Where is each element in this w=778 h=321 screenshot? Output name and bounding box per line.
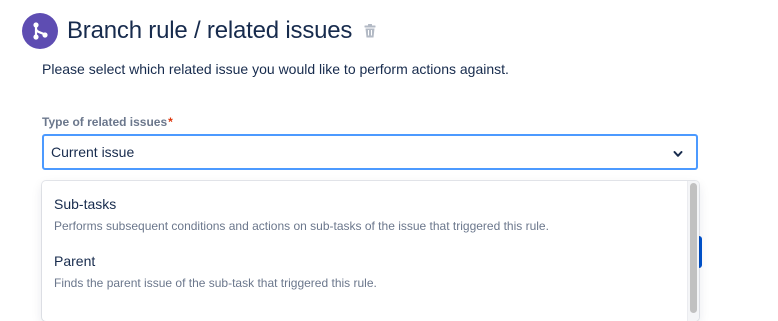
- chevron-down-icon[interactable]: [672, 147, 684, 165]
- scrollbar[interactable]: [687, 181, 699, 321]
- branch-icon: [22, 13, 58, 49]
- dropdown-menu: Sub-tasks Performs subsequent conditions…: [42, 181, 699, 321]
- description-text: Please select which related issue you wo…: [42, 61, 509, 77]
- option-description: Performs subsequent conditions and actio…: [54, 219, 549, 233]
- option-label: Parent: [54, 253, 96, 269]
- option-parent[interactable]: Parent Finds the parent issue of the sub…: [42, 253, 699, 290]
- component-header: Branch rule / related issues: [22, 12, 376, 50]
- option-sub-tasks[interactable]: Sub-tasks Performs subsequent conditions…: [42, 196, 699, 233]
- page-title: Branch rule / related issues: [67, 17, 353, 44]
- required-marker: *: [168, 115, 173, 129]
- trash-icon[interactable]: [364, 24, 376, 38]
- select-value: Current issue: [51, 144, 135, 160]
- option-description: Finds the parent issue of the sub-task t…: [54, 276, 377, 290]
- related-issues-select[interactable]: Current issue: [42, 134, 698, 170]
- scrollbar-thumb[interactable]: [690, 183, 697, 313]
- field-label-text: Type of related issues: [42, 115, 168, 129]
- field-label: Type of related issues*: [42, 115, 173, 129]
- option-label: Sub-tasks: [54, 196, 117, 212]
